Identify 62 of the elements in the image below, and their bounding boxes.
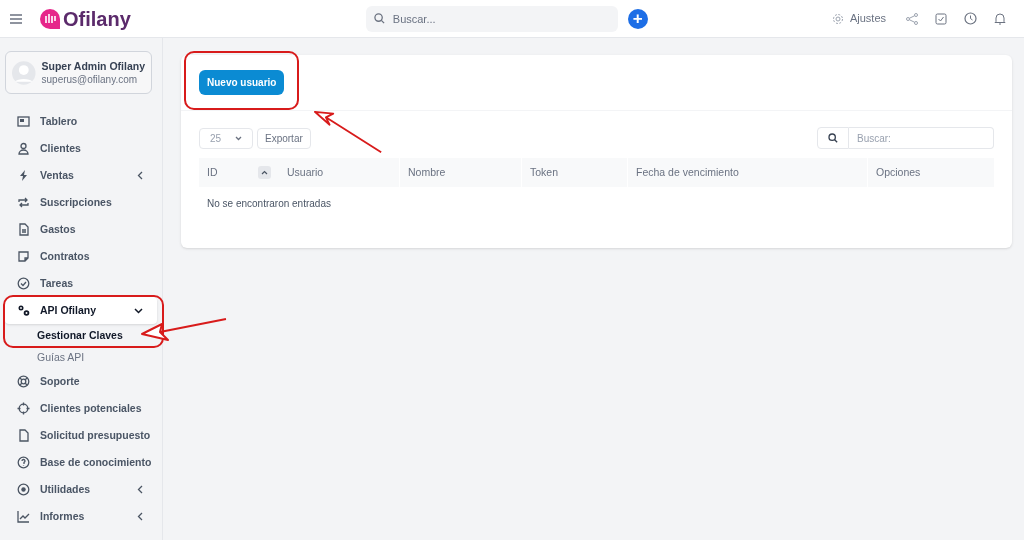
logo-text: Ofilany: [63, 6, 131, 32]
checkbox-icon[interactable]: [935, 12, 947, 25]
settings-icon: [831, 12, 844, 25]
sidebar-item[interactable]: Base de conocimiento: [5, 449, 157, 476]
note-icon: [17, 250, 30, 263]
dashboard-icon: [17, 115, 30, 128]
column-header[interactable]: Token: [530, 164, 559, 181]
radio-icon: [17, 483, 30, 496]
sidebar-item[interactable]: Tablero: [5, 108, 157, 135]
avatar-icon: [12, 60, 36, 85]
search-button[interactable]: [817, 127, 849, 149]
sidebar-item[interactable]: Suscripciones: [5, 189, 157, 216]
chevron-down-icon: [235, 135, 242, 141]
profile-card[interactable]: Super Admin Ofilany superus@ofilany.com: [5, 51, 152, 94]
menu-icon[interactable]: [10, 13, 22, 24]
sort-icon[interactable]: [258, 166, 271, 179]
repeat-icon: [17, 196, 30, 209]
chevron-left-icon: [137, 171, 143, 180]
clock-icon[interactable]: [964, 12, 977, 25]
search-icon: [828, 133, 838, 143]
chevron-down-icon: [134, 307, 143, 314]
submenu-item[interactable]: Guías API: [37, 346, 85, 368]
lightning-icon: [17, 169, 30, 182]
sidebar-item[interactable]: Utilidades: [5, 476, 157, 503]
sidebar-item[interactable]: Clientes: [5, 135, 157, 162]
chart-icon: [17, 510, 30, 523]
settings-button[interactable]: Ajustes: [831, 10, 886, 27]
search-icon: [373, 12, 385, 24]
new-user-button[interactable]: Nuevo usuario: [199, 70, 285, 95]
bell-icon[interactable]: [994, 12, 1006, 25]
profile-name: Super Admin Ofilany: [41, 58, 145, 73]
sidebar-item[interactable]: Gastos: [5, 216, 157, 243]
file-icon: [17, 429, 30, 442]
column-header[interactable]: Usuario: [287, 164, 324, 181]
chevron-left-icon: [137, 512, 143, 521]
submenu-item[interactable]: Gestionar Claves: [37, 324, 123, 346]
export-button[interactable]: Exportar: [257, 127, 311, 149]
question-icon: [17, 456, 30, 469]
sidebar-item[interactable]: Solicitud presupuesto: [5, 422, 157, 449]
gears-icon: [17, 304, 30, 317]
empty-message: No se encontraron entradas: [207, 197, 331, 211]
column-header[interactable]: ID: [207, 164, 218, 181]
sidebar-item[interactable]: Informes: [5, 503, 157, 530]
search-field[interactable]: Buscar...: [365, 5, 618, 32]
column-header[interactable]: Opciones: [876, 164, 921, 181]
column-header[interactable]: Fecha de vencimiento: [636, 164, 739, 181]
check-circle-icon: [17, 277, 30, 290]
user-icon: [17, 142, 30, 155]
sidebar-item[interactable]: Tareas: [5, 270, 157, 297]
sidebar-item[interactable]: Ventas: [5, 162, 157, 189]
sidebar-item[interactable]: Clientes potenciales: [5, 395, 157, 422]
document-icon: [17, 223, 30, 236]
column-header[interactable]: Nombre: [408, 164, 446, 181]
crosshair-icon: [17, 402, 30, 415]
chevron-left-icon: [137, 485, 143, 494]
logo-icon: [39, 7, 61, 30]
lifebuoy-icon: [17, 375, 30, 388]
table-search-field[interactable]: Buscar:: [849, 127, 994, 149]
add-button[interactable]: +: [627, 8, 648, 29]
sidebar-item[interactable]: Soporte: [5, 368, 157, 395]
sidebar-item[interactable]: Contratos: [5, 243, 157, 270]
profile-email: superus@ofilany.com: [41, 72, 139, 87]
